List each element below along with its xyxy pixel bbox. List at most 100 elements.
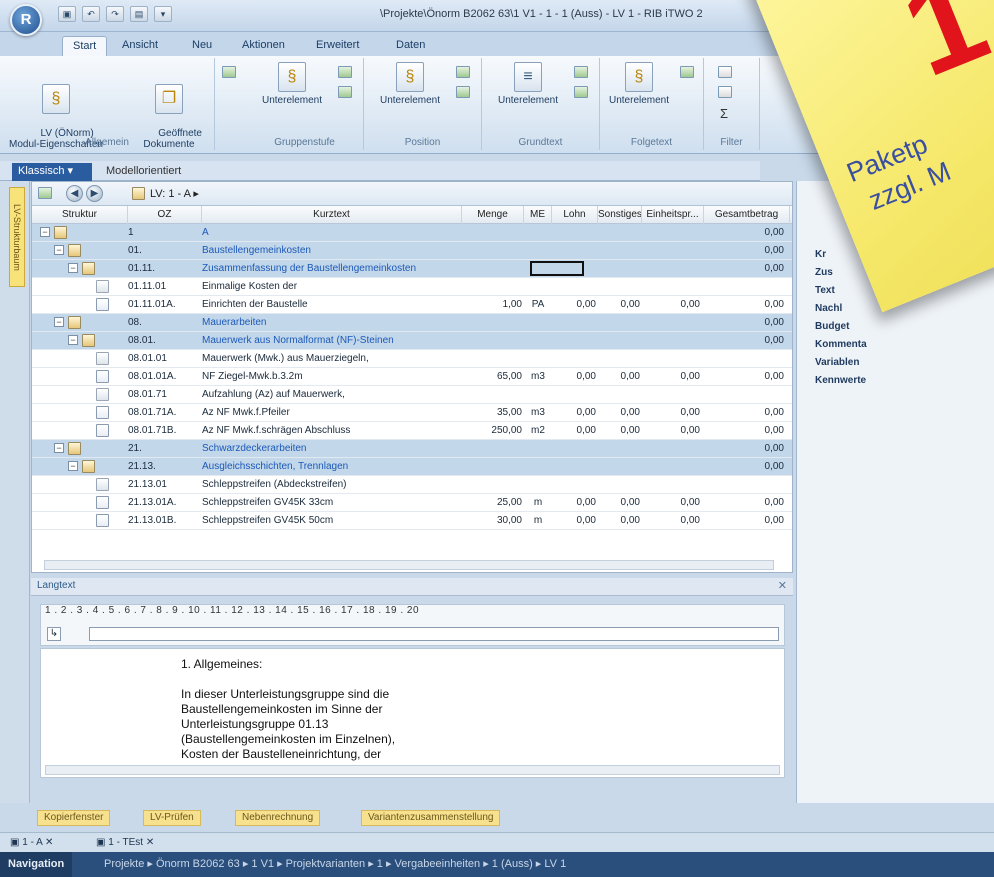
cell-oz[interactable]: 21.13.01A. xyxy=(128,494,198,511)
cell-lohn[interactable]: 0,00 xyxy=(552,404,596,421)
cell-ep[interactable] xyxy=(644,458,700,475)
cell-oz[interactable]: 08.01.01 xyxy=(128,350,198,367)
close-icon[interactable]: ✕ xyxy=(778,579,787,592)
table-row[interactable]: 21.13.01 Schleppstreifen (Abdeckstreifen) xyxy=(32,476,792,494)
cell-sonst[interactable] xyxy=(602,458,640,475)
col-sonstiges[interactable]: Sonstiges xyxy=(598,206,642,224)
filter-icon[interactable] xyxy=(718,66,732,78)
cell-oz[interactable]: 08.01.01A. xyxy=(128,368,198,385)
cell-me[interactable] xyxy=(524,386,552,403)
back-icon[interactable]: ◀ xyxy=(66,185,83,202)
cell-sonst[interactable]: 0,00 xyxy=(602,368,640,385)
cell-gb[interactable]: 0,00 xyxy=(712,296,784,313)
cell-menge[interactable] xyxy=(462,440,522,457)
cell-sonst[interactable] xyxy=(602,260,640,277)
tab-modellorientiert[interactable]: Modellorientiert xyxy=(100,163,187,181)
pane-item-kennwerte[interactable]: Kennwerte xyxy=(815,375,866,386)
cell-menge[interactable] xyxy=(462,332,522,349)
cell-oz[interactable]: 08.01. xyxy=(128,332,198,349)
cell-oz[interactable]: 01.11. xyxy=(128,260,198,277)
cell-ep[interactable] xyxy=(644,314,700,331)
col-einheitspreis[interactable]: Einheitspr... xyxy=(642,206,704,224)
cell-gb[interactable]: 0,00 xyxy=(712,332,784,349)
collapse-icon[interactable]: − xyxy=(54,317,64,327)
cell-oz[interactable]: 1 xyxy=(128,224,198,241)
col-lohn[interactable]: Lohn xyxy=(552,206,598,224)
cell-menge[interactable]: 1,00 xyxy=(462,296,522,313)
cell-menge[interactable] xyxy=(462,278,522,295)
cell-menge[interactable] xyxy=(462,242,522,259)
cell-lohn[interactable]: 0,00 xyxy=(552,422,596,439)
cell-me[interactable] xyxy=(524,242,552,259)
table-row[interactable]: 08.01.71A. Az NF Mwk.f.Pfeiler 35,00 m3 0,00… xyxy=(32,404,792,422)
cell-menge[interactable]: 250,00 xyxy=(462,422,522,439)
cell-text[interactable]: A xyxy=(202,224,462,241)
cell-ep[interactable]: 0,00 xyxy=(644,368,700,385)
pane-item-text[interactable]: Text xyxy=(815,285,835,296)
cell-lohn[interactable] xyxy=(552,476,596,493)
cell-text[interactable]: Mauerwerk aus Normalformat (NF)-Steinen xyxy=(202,332,462,349)
cell-gb[interactable]: 0,00 xyxy=(712,422,784,439)
cell-me[interactable] xyxy=(524,476,552,493)
collapse-icon[interactable]: − xyxy=(68,461,78,471)
cell-text[interactable]: Az NF Mwk.f.Pfeiler xyxy=(202,404,462,421)
cell-text[interactable]: Einrichten der Baustelle xyxy=(202,296,462,313)
cell-ep[interactable] xyxy=(644,260,700,277)
cell-gb[interactable]: 0,00 xyxy=(712,440,784,457)
cell-oz[interactable]: 21.13.01B. xyxy=(128,512,198,529)
tab-daten[interactable]: Daten xyxy=(386,36,435,56)
table-row[interactable]: 21.13.01A. Schleppstreifen GV45K 33cm 25,0… xyxy=(32,494,792,512)
table-row[interactable]: 08.01.71B. Az NF Mwk.f.schrägen Abschluss… xyxy=(32,422,792,440)
tab-variantenzusammenstellung[interactable]: Variantenzusammenstellung xyxy=(361,810,501,826)
table-row[interactable]: − 01. Baustellengemeinkosten 0,00 xyxy=(32,242,792,260)
selected-cell-frame[interactable] xyxy=(530,261,584,276)
langtext-editor[interactable]: 1. Allgemeines: In dieser Unterleistungs… xyxy=(40,648,785,778)
cell-sonst[interactable] xyxy=(602,278,640,295)
cell-menge[interactable] xyxy=(462,224,522,241)
cell-lohn[interactable] xyxy=(552,440,596,457)
cell-sonst[interactable]: 0,00 xyxy=(602,404,640,421)
cell-me[interactable]: PA xyxy=(524,296,552,313)
table-row[interactable]: 08.01.01 Mauerwerk (Mwk.) aus Mauerziegel… xyxy=(32,350,792,368)
tab-kopierfenster[interactable]: Kopierfenster xyxy=(37,810,111,826)
col-gesamtbetrag[interactable]: Gesamtbetrag xyxy=(704,206,790,224)
collapse-icon[interactable]: − xyxy=(68,335,78,345)
cell-gb[interactable]: 0,00 xyxy=(712,494,784,511)
print-icon[interactable]: ▤ xyxy=(130,6,148,22)
cell-me[interactable] xyxy=(524,350,552,367)
tab-ansicht[interactable]: Ansicht xyxy=(112,36,168,56)
tab-erweitert[interactable]: Erweitert xyxy=(306,36,369,56)
cell-text[interactable]: Aufzahlung (Az) auf Mauerwerk, xyxy=(202,386,462,403)
cell-oz[interactable]: 08.01.71A. xyxy=(128,404,198,421)
position-unterelement-button[interactable]: § Unterelement xyxy=(372,62,448,106)
cell-gb[interactable]: 0,00 xyxy=(712,314,784,331)
cell-oz[interactable]: 21.13.01 xyxy=(128,476,198,493)
table-row[interactable]: − 08. Mauerarbeiten 0,00 xyxy=(32,314,792,332)
navigation-label[interactable]: Navigation xyxy=(0,852,73,877)
cell-text[interactable]: Mauerarbeiten xyxy=(202,314,462,331)
cell-lohn[interactable] xyxy=(552,314,596,331)
cell-me[interactable]: m xyxy=(524,494,552,511)
cell-me[interactable] xyxy=(524,440,552,457)
cell-lohn[interactable] xyxy=(552,350,596,367)
cell-sonst[interactable]: 0,00 xyxy=(602,512,640,529)
folgetext-unterelement-button[interactable]: § Unterelement xyxy=(604,62,674,106)
table-row[interactable]: 01.11.01 Einmalige Kosten der xyxy=(32,278,792,296)
cell-text[interactable]: Schleppstreifen (Abdeckstreifen) xyxy=(202,476,462,493)
cell-sonst[interactable] xyxy=(602,476,640,493)
cell-menge[interactable]: 25,00 xyxy=(462,494,522,511)
cell-sonst[interactable]: 0,00 xyxy=(602,422,640,439)
table-row[interactable]: 01.11.01A. Einrichten der Baustelle 1,00 PA… xyxy=(32,296,792,314)
add-item-icon[interactable] xyxy=(338,66,352,78)
cell-oz[interactable]: 01.11.01 xyxy=(128,278,198,295)
cell-text[interactable]: Ausgleichsschichten, Trennlagen xyxy=(202,458,462,475)
cell-lohn[interactable] xyxy=(552,224,596,241)
cell-oz[interactable]: 08.01.71B. xyxy=(128,422,198,439)
col-kurztext[interactable]: Kurztext xyxy=(202,206,462,224)
cell-gb[interactable] xyxy=(712,278,784,295)
pane-item-budget[interactable]: Budget xyxy=(815,321,849,332)
cell-gb[interactable] xyxy=(712,350,784,367)
cell-menge[interactable] xyxy=(462,314,522,331)
cell-oz[interactable]: 08.01.71 xyxy=(128,386,198,403)
cell-ep[interactable] xyxy=(644,440,700,457)
